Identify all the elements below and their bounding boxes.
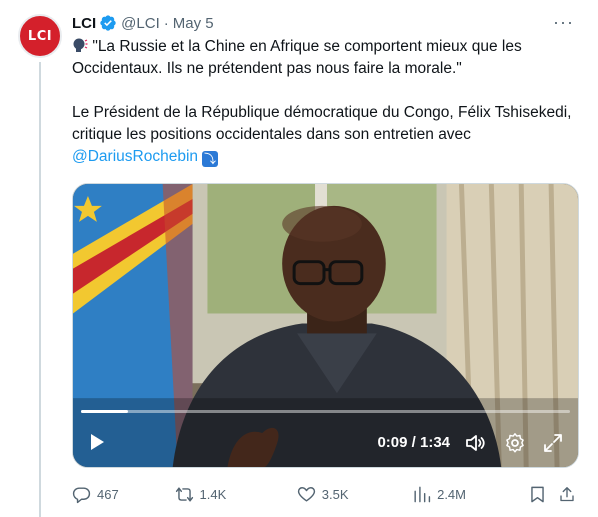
heart-icon	[297, 486, 315, 502]
views-button[interactable]: 2.4M	[412, 485, 528, 504]
tweet-actions: 467 1.4K 3.5K 2.4M	[72, 482, 582, 506]
repost-count: 1.4K	[199, 486, 227, 502]
play-icon[interactable]	[87, 432, 107, 452]
video-progress-bar[interactable]	[81, 410, 570, 413]
video-player[interactable]: 0:09 / 1:34	[72, 183, 579, 468]
reply-count: 467	[97, 486, 119, 502]
views-chart-icon	[414, 486, 431, 502]
share-button[interactable]	[558, 485, 582, 504]
like-count: 3.5K	[321, 486, 349, 502]
settings-icon[interactable]	[504, 432, 526, 454]
tweet-header: LCI @LCI · May 5 ···	[72, 12, 582, 34]
video-time-display: 0:09 / 1:34	[377, 434, 450, 451]
avatar[interactable]: LCI	[16, 12, 64, 60]
fullscreen-icon[interactable]	[542, 432, 564, 454]
down-right-arrow-icon: ⤵	[202, 151, 219, 167]
reply-icon	[72, 486, 91, 503]
thread-line	[39, 62, 41, 517]
tweet-content: LCI @LCI · May 5 ··· "La Russie et la Ch…	[72, 12, 582, 168]
verified-badge-icon	[100, 15, 116, 31]
tweet-body: Le Président de la République démocratiq…	[72, 104, 576, 143]
author-handle[interactable]: @LCI	[121, 15, 160, 32]
video-frame	[73, 184, 578, 467]
bookmark-icon	[531, 486, 545, 502]
mention-link[interactable]: @DariusRochebin	[72, 148, 198, 165]
separator-dot: ·	[163, 14, 169, 32]
avatar-logo: LCI	[27, 28, 53, 44]
tweet-quote: "La Russie et la Chine en Afrique se com…	[72, 38, 527, 77]
tweet-date[interactable]: May 5	[173, 15, 214, 32]
speaking-head-icon	[72, 38, 88, 55]
more-options-icon[interactable]: ···	[553, 12, 574, 33]
video-progress-fill	[81, 410, 128, 413]
share-icon	[560, 486, 574, 501]
volume-icon[interactable]	[464, 432, 486, 454]
views-count: 2.4M	[437, 486, 466, 502]
like-button[interactable]: 3.5K	[297, 485, 412, 504]
repost-button[interactable]: 1.4K	[175, 485, 297, 504]
repost-icon	[175, 486, 193, 502]
bookmark-button[interactable]	[528, 485, 558, 504]
tweet-text: "La Russie et la Chine en Afrique se com…	[72, 36, 582, 168]
reply-button[interactable]: 467	[72, 485, 175, 504]
author-name[interactable]: LCI	[72, 15, 96, 32]
